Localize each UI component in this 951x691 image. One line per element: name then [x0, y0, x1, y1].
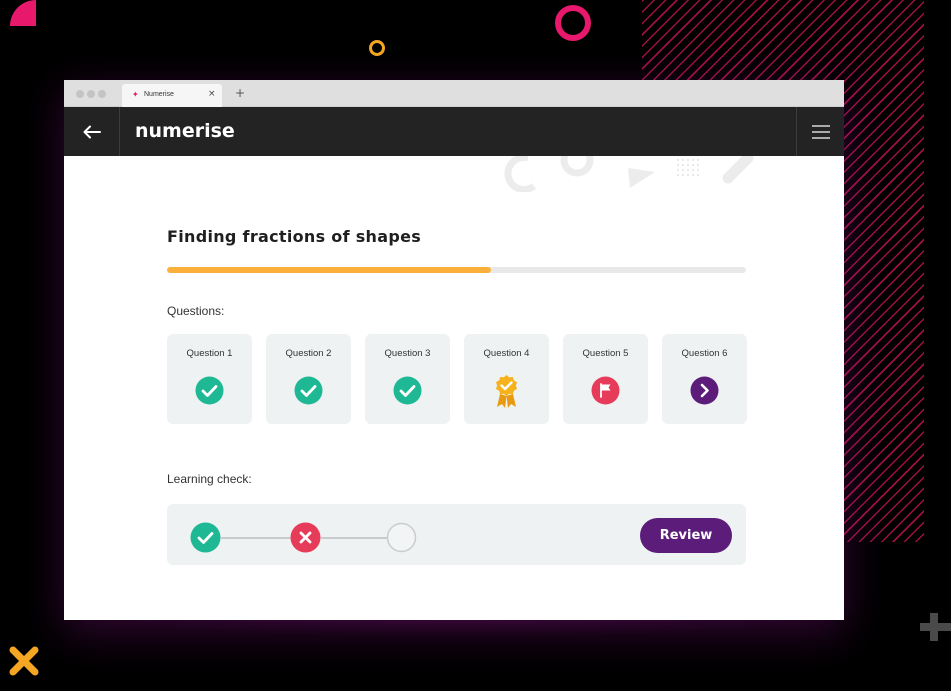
question-card-1[interactable]: Question 1: [167, 334, 252, 424]
window-minimize-dot[interactable]: [87, 90, 95, 98]
learning-check-connector: [321, 537, 387, 539]
progress-bar: [167, 267, 746, 273]
tab-title: Numerise: [144, 91, 174, 98]
orange-ring-decoration: [369, 40, 385, 56]
check-circle-icon: [294, 376, 323, 405]
new-tab-button[interactable]: +: [235, 87, 245, 99]
window-close-dot[interactable]: [76, 90, 84, 98]
question-label: Question 4: [483, 348, 530, 359]
question-label: Question 3: [384, 348, 431, 359]
question-card-5[interactable]: Question 5: [563, 334, 648, 424]
arrow-left-icon: [83, 125, 101, 138]
browser-tab[interactable]: ✦ Numerise ×: [122, 84, 222, 107]
flag-circle-icon: [591, 376, 620, 405]
progress-bar-fill: [167, 267, 492, 273]
question-card-6[interactable]: Question 6: [662, 334, 747, 424]
questions-label: Questions:: [167, 304, 225, 318]
question-label: Question 2: [285, 348, 332, 359]
tab-close-icon[interactable]: ×: [208, 89, 216, 99]
empty-circle-icon: [386, 522, 417, 553]
question-card-2[interactable]: Question 2: [266, 334, 351, 424]
learning-check-label: Learning check:: [167, 472, 252, 486]
app-header: numerise: [64, 107, 844, 156]
window-maximize-dot[interactable]: [98, 90, 106, 98]
pink-ring-decoration: [555, 5, 591, 41]
question-card-3[interactable]: Question 3: [365, 334, 450, 424]
question-card-4[interactable]: Question 4: [464, 334, 549, 424]
window-controls: [76, 90, 106, 98]
check-circle-icon: [393, 376, 422, 405]
browser-chrome: ✦ Numerise × +: [64, 80, 844, 107]
learning-check-connector: [221, 537, 291, 539]
numerise-favicon-icon: ✦: [132, 90, 139, 99]
menu-button[interactable]: [796, 107, 844, 156]
orange-cross-decoration: [9, 646, 39, 676]
page-title: Finding fractions of shapes: [167, 227, 422, 246]
question-label: Question 6: [681, 348, 728, 359]
numerise-logo[interactable]: numerise: [135, 120, 235, 142]
review-button[interactable]: Review: [640, 518, 732, 553]
check-circle-icon: [190, 522, 221, 553]
geometric-shapes-decoration: [504, 156, 754, 192]
check-circle-icon: [195, 376, 224, 405]
cross-circle-icon: [290, 522, 321, 553]
pink-quarter-circle-decoration: [10, 0, 36, 26]
back-button[interactable]: [64, 107, 120, 156]
question-label: Question 1: [186, 348, 233, 359]
question-label: Question 5: [582, 348, 629, 359]
hamburger-menu-icon: [811, 124, 830, 139]
question-list: Question 1 Question 2 Question 3 Questio…: [167, 334, 747, 424]
award-rosette-icon: [496, 375, 517, 408]
chevron-right-circle-icon: [690, 376, 719, 405]
browser-window: ✦ Numerise × + numerise Finding fraction…: [64, 80, 844, 620]
gray-plus-decoration: [920, 613, 951, 641]
